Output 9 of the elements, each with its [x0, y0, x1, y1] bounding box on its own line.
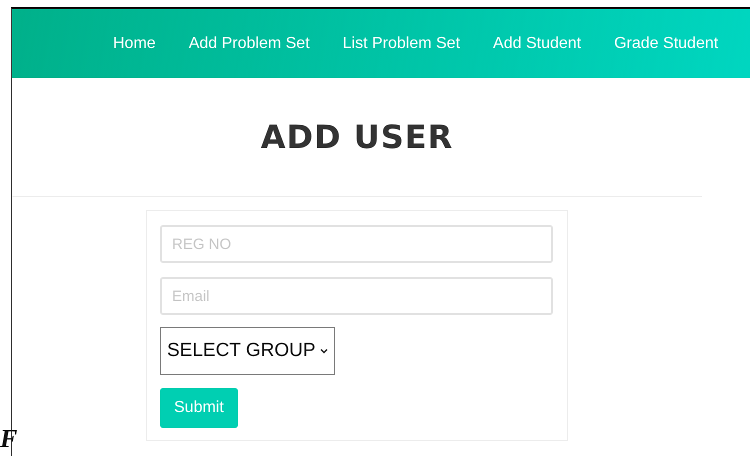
nav-link[interactable]: Home — [113, 34, 156, 52]
nav-link[interactable]: Add Problem Set — [188, 34, 310, 52]
nav-link[interactable]: Grade Student — [614, 34, 718, 52]
caret-icon — [320, 348, 328, 354]
page-title: ADD USER — [260, 118, 454, 156]
nav-link[interactable]: List Problem Set — [342, 34, 460, 52]
nav-link[interactable]: Add Student — [493, 34, 582, 52]
submit-button[interactable]: Submit — [160, 388, 238, 428]
group-dropdown[interactable]: SELECT GROUP — [160, 327, 335, 375]
